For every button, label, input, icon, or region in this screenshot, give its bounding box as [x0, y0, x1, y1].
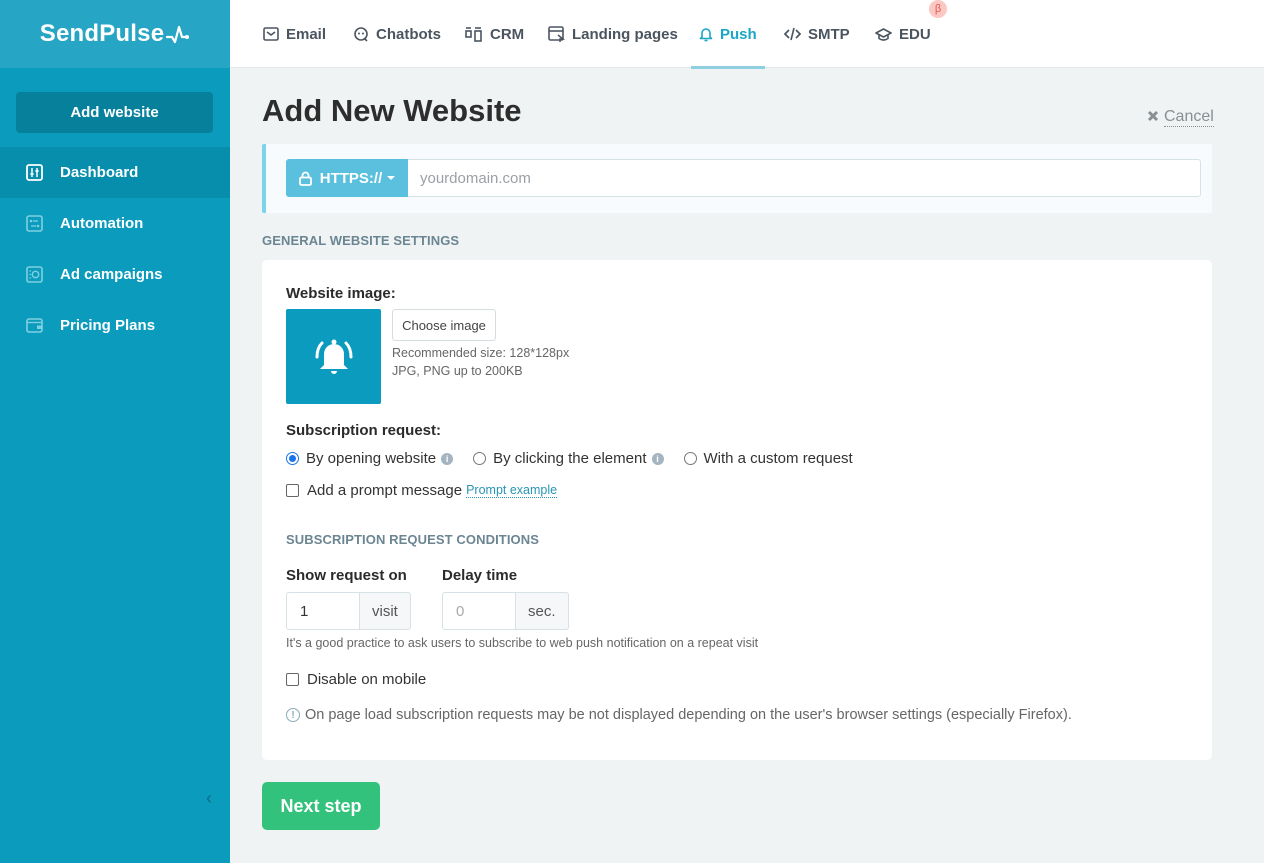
sidebar-item-pricing-plans[interactable]: Pricing Plans	[0, 300, 230, 351]
tab-label: Chatbots	[376, 25, 441, 43]
sidebar-item-ad-campaigns[interactable]: Ad campaigns	[0, 249, 230, 300]
delay-time-input[interactable]	[442, 592, 516, 630]
subscription-radio-group: By opening website i By clicking the ele…	[286, 450, 873, 467]
browser-note-text: On page load subscription requests may b…	[305, 707, 1072, 723]
next-step-button[interactable]: Next step	[262, 782, 380, 830]
ad-campaigns-icon	[25, 266, 43, 284]
radio-label: By clicking the element	[493, 450, 647, 467]
tab-label: Landing pages	[572, 25, 678, 43]
exclamation-circle-icon: !	[286, 708, 300, 722]
seconds-unit: sec.	[516, 592, 569, 630]
url-panel: HTTPS://	[262, 144, 1212, 213]
checkbox-label: Disable on mobile	[307, 671, 427, 688]
domain-input[interactable]	[408, 159, 1201, 197]
chevron-left-icon[interactable]: ‹	[206, 788, 212, 809]
website-image-preview	[286, 309, 381, 404]
tab-crm[interactable]: CRM	[465, 0, 524, 68]
repeat-visit-hint: It's a good practice to ask users to sub…	[286, 636, 759, 650]
crm-icon	[465, 26, 483, 42]
tab-label: EDU	[899, 25, 931, 43]
radio-label: With a custom request	[703, 450, 853, 467]
disable-mobile-checkbox[interactable]: Disable on mobile	[286, 671, 426, 688]
settings-card: Website image: Choose image Recommended …	[262, 260, 1212, 760]
conditions-heading: SUBSCRIPTION REQUEST CONDITIONS	[286, 532, 540, 547]
protocol-dropdown[interactable]: HTTPS://	[286, 159, 408, 197]
brand-name: SendPulse	[39, 20, 165, 47]
protocol-label: HTTPS://	[319, 169, 383, 187]
checkbox-label: Add a prompt message	[307, 482, 463, 499]
checkbox[interactable]	[286, 484, 299, 497]
show-request-input-group: visit	[286, 592, 411, 630]
pulse-icon	[166, 25, 190, 44]
tab-label: CRM	[490, 25, 525, 43]
close-icon	[1147, 109, 1159, 127]
tab-landing-pages[interactable]: Landing pages	[548, 0, 678, 68]
bell-icon	[699, 26, 713, 42]
cancel-label: Cancel	[1164, 108, 1214, 127]
tab-label: Push	[720, 25, 757, 43]
sidebar-item-automation[interactable]: Automation	[0, 198, 230, 249]
tab-edu[interactable]: EDU	[875, 0, 931, 68]
checkbox[interactable]	[286, 673, 299, 686]
caret-down-icon	[387, 176, 396, 180]
image-size-hint: Recommended size: 128*128px	[392, 346, 570, 360]
logo[interactable]: SendPulse	[0, 0, 230, 68]
show-request-label: Show request on	[286, 567, 407, 584]
radio-button[interactable]	[683, 452, 697, 465]
radio-by-clicking-element[interactable]: By clicking the element i	[473, 450, 664, 467]
image-format-hint: JPG, PNG up to 200KB	[392, 364, 523, 378]
delay-time-input-group: sec.	[442, 592, 569, 630]
tab-push[interactable]: Push	[691, 0, 765, 69]
show-request-input[interactable]	[286, 592, 360, 630]
choose-image-button[interactable]: Choose image	[392, 309, 496, 341]
general-settings-heading: GENERAL WEBSITE SETTINGS	[262, 233, 460, 248]
mail-icon	[263, 27, 279, 41]
subscription-request-label: Subscription request:	[286, 422, 442, 439]
wallet-icon	[25, 317, 43, 335]
chat-icon	[353, 26, 369, 42]
sidebar-item-label: Pricing Plans	[60, 317, 156, 334]
tab-email[interactable]: Email	[263, 0, 326, 68]
cancel-button[interactable]: Cancel	[1147, 108, 1214, 127]
graduation-cap-icon	[875, 27, 892, 42]
tab-smtp[interactable]: SMTP	[784, 0, 850, 68]
beta-badge: β	[929, 0, 947, 18]
radio-button[interactable]	[286, 452, 299, 465]
website-image-label: Website image:	[286, 285, 396, 302]
radio-button[interactable]	[473, 452, 487, 465]
radio-by-opening-website[interactable]: By opening website i	[286, 450, 454, 467]
automation-icon	[25, 215, 43, 233]
tab-label: SMTP	[808, 25, 850, 43]
prompt-example-link[interactable]: Prompt example	[466, 483, 558, 498]
tab-label: Email	[286, 25, 327, 43]
sidebar-item-label: Ad campaigns	[60, 266, 163, 283]
bell-ringing-icon	[315, 339, 352, 374]
delay-time-label: Delay time	[442, 567, 518, 584]
tab-chatbots[interactable]: Chatbots	[353, 0, 441, 68]
info-icon[interactable]: i	[651, 452, 664, 465]
radio-label: By opening website	[306, 450, 437, 467]
sidebar-nav: Dashboard Automation Ad campaigns Pricin…	[0, 147, 230, 351]
prompt-message-checkbox[interactable]: Add a prompt message Prompt example	[286, 482, 558, 499]
sidebar-item-label: Automation	[60, 215, 144, 232]
add-website-button[interactable]: Add website	[16, 92, 213, 133]
sidebar-item-dashboard[interactable]: Dashboard	[0, 147, 230, 198]
browser-note: ! On page load subscription requests may…	[286, 707, 1072, 723]
radio-custom-request[interactable]: With a custom request	[683, 450, 853, 467]
code-icon	[784, 27, 801, 41]
sliders-icon	[25, 164, 43, 182]
top-navigation: Email Chatbots CRM Landing pages Push SM…	[230, 0, 1264, 69]
sidebar: SendPulse Add website Dashboard Automati…	[0, 0, 230, 863]
visit-unit: visit	[360, 592, 411, 630]
page-title: Add New Website	[262, 93, 522, 128]
landing-icon	[548, 26, 565, 42]
sidebar-item-label: Dashboard	[60, 164, 139, 181]
lock-icon	[298, 171, 312, 186]
info-icon[interactable]: i	[441, 452, 454, 465]
